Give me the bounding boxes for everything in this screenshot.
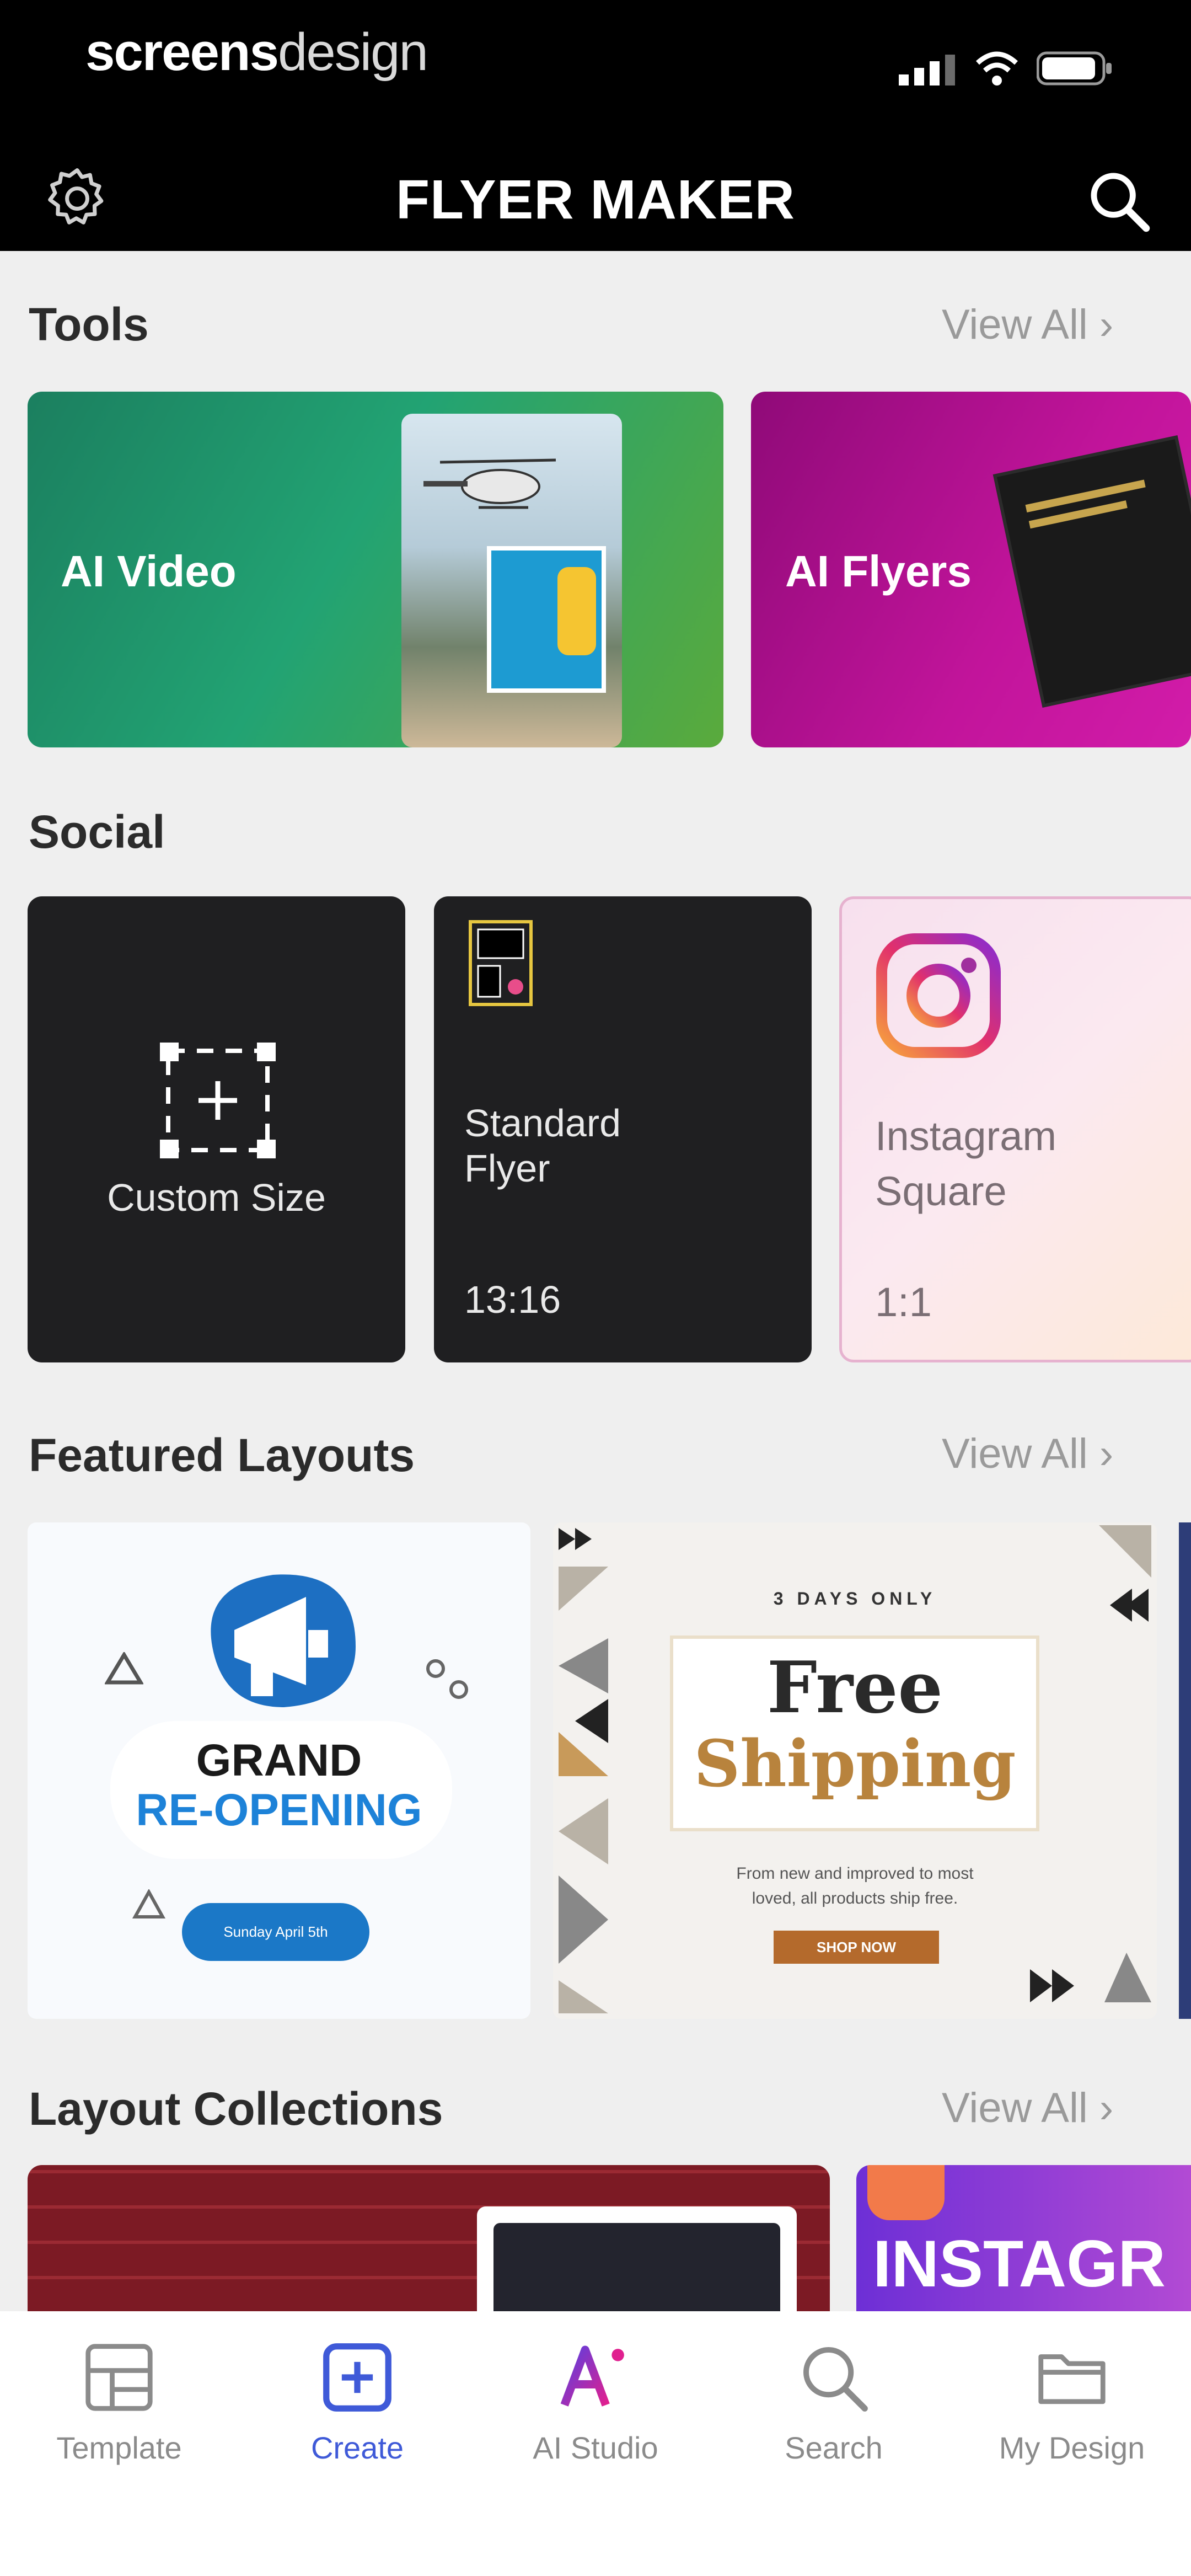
folder-icon [1038,2354,1106,2404]
tab-ai-studio-label: AI Studio [533,2430,658,2465]
wifi-icon [975,51,1018,85]
instagram-square-ratio: 1:1 [875,1279,932,1325]
social-section-title: Social [29,806,165,858]
free-shipping-layout-card[interactable]: 3 DAYS ONLY Free Shipping From new and i… [553,1522,1157,2019]
business-flyer-thumbnail [993,435,1191,708]
collections-section-title: Layout Collections [29,2083,443,2135]
page-title: FLYER MAKER [395,169,796,231]
reopening-headline: RE-OPENING [136,1785,422,1835]
view-all-label: View All [942,301,1088,348]
instagram-square-label-line2: Square [875,1168,1007,1214]
shipping-headline: Shipping [694,1727,1016,1802]
standard-flyer-card[interactable]: Standard Flyer 13:16 [434,896,812,1362]
search-tab-icon [803,2347,868,2412]
tab-template[interactable]: Template [0,2336,238,2466]
tab-create[interactable]: Create [238,2336,476,2466]
standard-flyer-label-line2: Flyer [464,1147,550,1190]
instagram-square-card[interactable]: Instagram Square 1:1 [839,896,1191,1362]
status-bar-brand: screensdesign [85,23,428,82]
tools-view-all-link[interactable]: View All › [942,301,1113,349]
decor-triangle-small-icon [132,1889,165,1918]
ai-flyers-card[interactable]: AI Flyers [751,392,1191,747]
shipping-body-line2: loved, all products ship free. [752,1889,958,1907]
shipping-body-line1: From new and improved to most [736,1864,974,1883]
tools-section-title: Tools [29,298,149,350]
ai-studio-icon [560,2345,624,2407]
standard-flyer-icon [469,920,533,1006]
custom-size-label: Custom Size [107,1176,326,1219]
collection-instagram-text: INSTAGR [873,2227,1166,2301]
collection-preview-frame [477,2206,797,2311]
tab-create-label: Create [310,2430,404,2465]
tab-template-label: Template [56,2430,182,2465]
tab-search-label: Search [785,2430,883,2465]
grand-reopening-layout-card[interactable]: GRAND RE-OPENING Sunday April 5th [28,1522,530,2019]
featured-view-all-link[interactable]: View All › [942,1430,1113,1478]
free-headline: Free [767,1647,943,1729]
standard-flyer-ratio: 13:16 [464,1278,561,1321]
view-all-label: View All [942,2085,1088,2131]
chevron-right-icon: › [1099,301,1114,348]
search-icon[interactable] [1083,165,1155,237]
decor-dots-icon [426,1659,468,1699]
template-icon [85,2344,153,2411]
tab-ai-studio[interactable]: AI Studio [476,2336,715,2466]
create-plus-icon [323,2343,391,2412]
shop-now-button: SHOP NOW [774,1931,939,1964]
collections-view-all-link[interactable]: View All › [942,2084,1113,2132]
megaphone-icon [211,1574,356,1707]
ai-flyers-label: AI Flyers [785,547,972,596]
instagram-logo-fragment [867,2165,945,2220]
ai-video-card[interactable]: AI Video [28,392,723,747]
custom-size-card[interactable]: Custom Size [28,896,405,1362]
featured-section-title: Featured Layouts [29,1429,415,1481]
instagram-square-label: Instagram Square [875,1109,1056,1219]
battery-icon [1037,51,1112,85]
tab-my-design[interactable]: My Design [953,2336,1191,2466]
chevron-right-icon: › [1099,2085,1114,2131]
helicopter-image [423,458,556,509]
chevron-right-icon: › [1099,1430,1114,1477]
standard-flyer-label: Standard Flyer [464,1100,621,1191]
flyer-thumbnail [487,546,606,693]
cellular-signal-icon [899,55,955,85]
tab-search[interactable]: Search [715,2336,953,2466]
next-layout-card-peek[interactable] [1179,1522,1191,2019]
custom-size-icon [160,1043,276,1158]
instagram-square-label-line1: Instagram [875,1113,1057,1159]
play-triangles-icon [1030,1969,1074,2002]
ai-video-label: AI Video [61,547,237,596]
view-all-label: View All [942,1430,1088,1477]
decor-triangle-icon [105,1652,143,1685]
grand-headline: GRAND [196,1735,362,1786]
collection-card-instagram[interactable]: INSTAGR [856,2165,1191,2311]
date-pill: Sunday April 5th [182,1903,369,1961]
three-days-kicker: 3 DAYS ONLY [773,1589,937,1608]
standard-flyer-label-line1: Standard [464,1102,621,1145]
tab-my-design-label: My Design [999,2430,1145,2465]
ai-video-preview-image [401,414,622,747]
collection-card-brick[interactable] [28,2165,830,2311]
instagram-icon [876,933,1001,1058]
